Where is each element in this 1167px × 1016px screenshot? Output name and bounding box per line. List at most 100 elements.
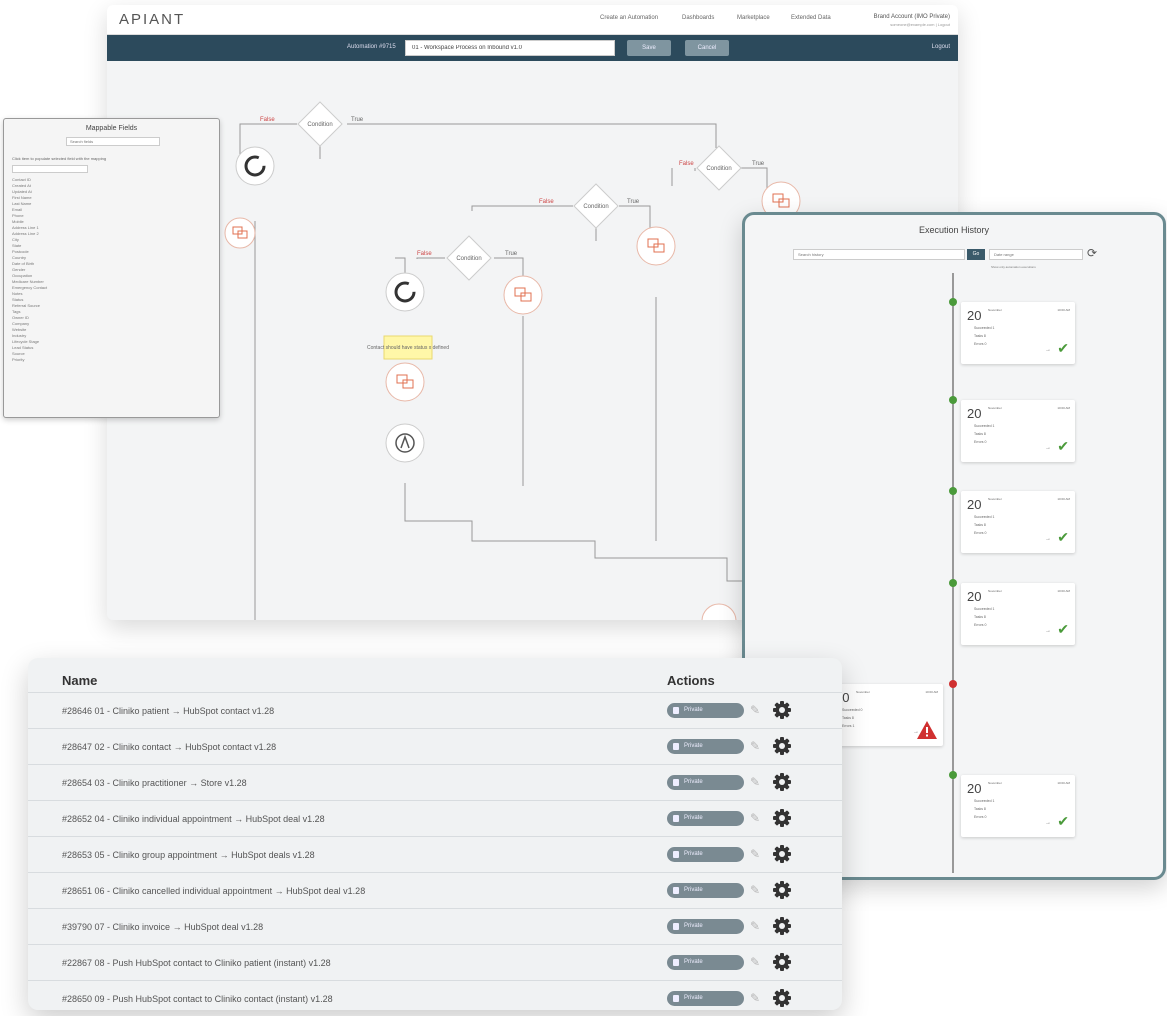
condition-node-1[interactable]: Condition [297,101,343,147]
private-badge[interactable]: Private [667,919,744,934]
store-action-node[interactable] [503,275,543,315]
execution-card[interactable]: 20 November 10:00 AM Succeeded 1 Tasks 8 Erro… [961,400,1075,462]
automation-row[interactable]: #28646 01 - Cliniko patient → HubSpot co… [28,692,842,728]
gear-icon[interactable] [772,700,792,720]
gear-icon[interactable] [772,844,792,864]
automation-name[interactable]: #28654 03 - Cliniko practitioner → Store… [62,778,247,788]
automation-name[interactable]: #28653 05 - Cliniko group appointment → … [62,850,315,860]
gear-icon[interactable] [772,808,792,828]
edit-pencil-icon[interactable]: ✎ [750,954,760,970]
store-action-node[interactable] [701,603,737,620]
gear-icon[interactable] [772,988,792,1008]
nav-dashboards[interactable]: Dashboards [682,15,714,21]
field-search-input[interactable] [66,137,160,146]
execution-card[interactable]: 20 November 10:00 AM Succeeded 0 Tasks 8 Erro… [829,684,943,746]
automation-name[interactable]: #39790 07 - Cliniko invoice → HubSpot de… [62,922,263,932]
execution-stat: Errors 0 [974,815,987,819]
execution-stat: Errors 0 [974,623,987,627]
nav-create-automation[interactable]: Create an Automation [600,15,658,21]
gear-icon[interactable] [772,772,792,792]
automation-name[interactable]: #28651 06 - Cliniko cancelled individual… [62,886,365,896]
spinner-node-1[interactable] [235,146,275,186]
automation-toolbar: Automation #9715 Save Cancel Logout [107,35,958,61]
execution-day: 20 [967,406,982,421]
private-badge[interactable]: Private [667,991,744,1006]
filter-link[interactable]: Show only automation executions [991,265,1036,269]
private-badge[interactable]: Private [667,703,744,718]
automation-row[interactable]: #28651 06 - Cliniko cancelled individual… [28,872,842,908]
store-action-node[interactable] [385,362,425,402]
execution-card[interactable]: 20 November 10:00 AM Succeeded 1 Tasks 8 Erro… [961,583,1075,645]
execution-card[interactable]: 20 November 10:00 AM Succeeded 1 Tasks 8 Erro… [961,775,1075,837]
search-button[interactable]: Go [967,249,985,260]
date-filter-input[interactable] [989,249,1083,260]
history-search-input[interactable] [793,249,965,260]
edit-pencil-icon[interactable]: ✎ [750,774,760,790]
edit-pencil-icon[interactable]: ✎ [750,738,760,754]
logout-link[interactable]: Logout [932,44,950,50]
api-call-node[interactable] [385,423,425,463]
execution-month: November [988,497,1002,501]
edit-pencil-icon[interactable]: ✎ [750,846,760,862]
automation-row[interactable]: #22867 08 - Push HubSpot contact to Clin… [28,944,842,980]
automation-row[interactable]: #28654 03 - Cliniko practitioner → Store… [28,764,842,800]
nav-extended-data[interactable]: Extended Data [791,15,831,21]
private-badge[interactable]: Private [667,847,744,862]
gear-icon[interactable] [772,952,792,972]
condition-node-2[interactable]: Condition [696,145,742,191]
automation-row[interactable]: #28650 09 - Push HubSpot contact to Clin… [28,980,842,1016]
app-logo[interactable]: APIANT [119,11,185,28]
condition-node-3[interactable]: Condition [573,183,619,229]
execution-month: November [988,781,1002,785]
store-action-node[interactable] [224,217,256,249]
automation-row[interactable]: #28647 02 - Cliniko contact → HubSpot co… [28,728,842,764]
column-header-actions: Actions [667,673,715,688]
automation-row[interactable]: #39790 07 - Cliniko invoice → HubSpot de… [28,908,842,944]
automation-name[interactable]: #28650 09 - Push HubSpot contact to Clin… [62,994,333,1004]
execution-day: 20 [967,308,982,323]
automation-name[interactable]: #28652 04 - Cliniko individual appointme… [62,814,325,824]
automation-row[interactable]: #28653 05 - Cliniko group appointment → … [28,836,842,872]
store-action-node[interactable] [636,226,676,266]
execution-stat: Tasks 8 [974,523,986,527]
private-badge[interactable]: Private [667,775,744,790]
lock-icon [673,959,679,966]
automation-id-label: Automation #9715 [347,44,396,50]
gear-icon[interactable] [772,916,792,936]
save-button[interactable]: Save [627,40,671,56]
execution-card[interactable]: 20 November 10:00 AM Succeeded 1 Tasks 8 Erro… [961,491,1075,553]
automation-row[interactable]: #28652 04 - Cliniko individual appointme… [28,800,842,836]
gear-icon[interactable] [772,736,792,756]
cancel-button[interactable]: Cancel [685,40,729,56]
private-badge[interactable]: Private [667,811,744,826]
gear-icon[interactable] [772,880,792,900]
execution-card[interactable]: 20 November 10:00 AM Succeeded 1 Tasks 8 Erro… [961,302,1075,364]
nav-marketplace[interactable]: Marketplace [737,15,770,21]
edit-pencil-icon[interactable]: ✎ [750,810,760,826]
timeline-dot-success [949,487,957,495]
condition-node-4[interactable]: Condition [446,235,492,281]
warning-icon [917,721,937,739]
edit-pencil-icon[interactable]: ✎ [750,990,760,1006]
private-badge[interactable]: Private [667,739,744,754]
edit-pencil-icon[interactable]: ✎ [750,918,760,934]
automation-name-input[interactable] [405,40,615,56]
automation-name[interactable]: #28646 01 - Cliniko patient → HubSpot co… [62,706,274,716]
field-filter-input[interactable] [12,165,88,173]
mappable-field-list: Contact ID Created At Updated At First Name… [12,177,162,363]
mappable-field-item[interactable]: Priority [12,357,162,363]
edit-pencil-icon[interactable]: ✎ [750,702,760,718]
user-account-menu[interactable]: Brand Account (IMO Private) someone@exam… [874,13,950,29]
automation-name[interactable]: #28647 02 - Cliniko contact → HubSpot co… [62,742,276,752]
spinner-node-2[interactable] [385,272,425,312]
automation-name[interactable]: #22867 08 - Push HubSpot contact to Clin… [62,958,331,968]
svg-text:False: False [679,161,694,167]
private-badge[interactable]: Private [667,883,744,898]
refresh-icon[interactable]: ⟳ [1087,246,1097,260]
private-badge[interactable]: Private [667,955,744,970]
execution-month: November [988,589,1002,593]
edit-pencil-icon[interactable]: ✎ [750,882,760,898]
badge-label: Private [684,743,703,749]
badge-label: Private [684,923,703,929]
execution-stat: Succeeded 1 [974,424,995,428]
